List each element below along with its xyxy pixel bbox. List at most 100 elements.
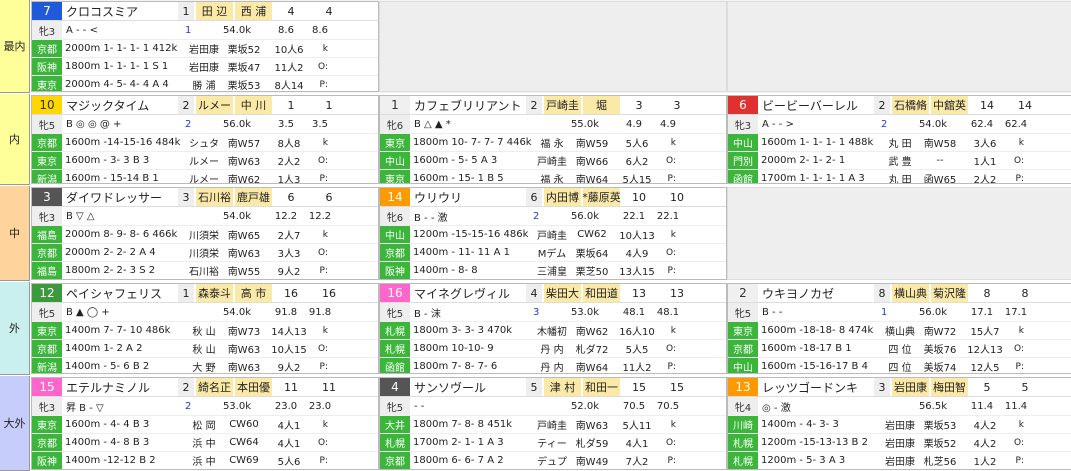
jockey-name[interactable]: 森泰斗 — [196, 284, 233, 302]
past-race-row[interactable]: 中山 1600m -15-16-17 B 4 四 位美坂74 12人5 P: — [728, 357, 1071, 373]
jockey-name[interactable]: ルメー — [196, 96, 233, 114]
marks: 昇 B - ▽ — [66, 402, 104, 414]
horse-card[interactable]: 12 ペイシャフェリス 1 森泰斗高 市 16 16 牝5 B ▲ ◯ + 54.0k 91.8 9… — [31, 283, 379, 374]
past-race-row[interactable]: 京都 1600m -18-17 B 1 四 位美坂76 12人13 O: — [728, 339, 1071, 357]
trainer-name[interactable]: 中舘英 — [931, 96, 968, 114]
past-race-row[interactable]: 新潟 1400m - 5- 6 B 2 大 野南W63 9人2 P: — [32, 357, 378, 374]
past-race-row[interactable]: 川崎 1400m - 4- 3- 3 岩田康 栗坂53 4人2 k — [728, 415, 1071, 433]
jockey-name[interactable]: 石橋脩 — [892, 96, 929, 114]
past-race-row[interactable]: 京都 1400m - 4- 8 B 3 浜 中 CW64 4人1 O: — [32, 433, 378, 451]
past-race-row[interactable]: 函館 1700m 1- 1- 1- 1 A 3 丸 田 函W65 2人2 P: — [728, 169, 1071, 183]
past-race-row[interactable]: 札幌 1800m 10-10- 9 丹 内札ダ72 5人5 O: — [380, 339, 726, 357]
past-race-row[interactable]: 東京 1600m - 4- 4 B 3 松 岡 CW60 4人1 k — [32, 415, 378, 433]
jockey-name[interactable]: 岩田康 — [892, 378, 929, 396]
past-race-row[interactable]: 中山 1600m - 5- 5 A 3 戸崎圭 南W66 6人2 O: — [380, 151, 726, 169]
jockey-name[interactable]: 戸崎圭 — [544, 96, 581, 114]
horse-card[interactable]: 13 レッツゴードンキ 3 岩田康 梅田智 5 5 牝4 ◎ - 激 56.5k 11.4 11.4 川… — [727, 377, 1071, 470]
horse-name[interactable]: ビービーバーレル — [758, 97, 874, 114]
trainer-name[interactable]: 堀 — [583, 96, 620, 114]
track-name: 函館 — [728, 170, 758, 183]
trainer-name[interactable]: 中 川 — [235, 96, 272, 114]
popularity: 2 — [874, 96, 890, 114]
past-race-row[interactable]: 東京 1800m 10- 7- 7- 7 446k 福 永南W59 5人6 k — [380, 133, 726, 151]
past-race-row[interactable]: 京都 1800m 6- 6- 7 A 2 デュプ 南W49 7人2 P: — [380, 451, 726, 469]
past-race-row[interactable]: 東京 2000m 4- 5- 4- 4 A 4 勝 浦栗坂53 8人14 P: — [32, 75, 378, 91]
past-race-row[interactable]: 東京 1600m - 3- 3 B 3 ルメー 南W63 2人2 O: — [32, 151, 378, 169]
stat: 11.4 — [970, 400, 994, 412]
horse-card[interactable]: 14 ウリウリ 6 内田博 *藤原英 10 10 牝6 B - - 激 2 56.0k 22.1 22.… — [379, 187, 727, 280]
past-race-row[interactable]: 阪神 1400m - 8- 8 三浦皇 栗芝50 13人15 P: — [380, 261, 726, 279]
horse-name[interactable]: ペイシャフェリス — [62, 285, 178, 302]
past-race-row[interactable]: 新潟 1600m - 15-14 B 1 ルメー 南W62 1人3 P: — [32, 169, 378, 183]
past-race-row[interactable]: 東京 1600m -18-18- 8 474k 横山典 南W72 15人7 k — [728, 321, 1071, 339]
horse-card[interactable]: 6 ビービーバーレル 2 石橋脩 中舘英 14 14 牝3 A - - >2 54.0k 62.4 6… — [727, 95, 1071, 184]
past-race-row[interactable]: 中山 1600m 1- 1- 1- 1 488k 丸 田南W58 3人6 k — [728, 133, 1071, 151]
jockey-name[interactable]: 横山典 — [892, 284, 929, 302]
past-race-row[interactable]: 門別 2000m 2- 1- 2- 1 武 豊 -- 1人1 O: — [728, 151, 1071, 169]
horse-card[interactable]: 10 マジックタイム 2 ルメー中 川 1 1 牝5 B ◎ ◎ @ +2 56.0k 3.5 3.… — [31, 95, 379, 184]
past-race-row[interactable]: 阪神 1800m 1- 1- 1- 1 S 1 岩田康 栗坂47 11人2 O: — [32, 57, 378, 75]
track-name: 川崎 — [728, 416, 758, 433]
past-race-row[interactable]: 京都 2000m 1- 1- 1- 1 412k 岩田康 栗坂52 10人6 k — [32, 39, 378, 57]
past-race-row[interactable]: 京都 2000m 2- 2- 2 A 4 川須栄 南W63 3人3 O: — [32, 243, 378, 261]
trainer-name[interactable]: *藤原英 — [582, 188, 621, 206]
trainer-name[interactable]: 高 市 — [235, 284, 272, 302]
record-mark: k — [322, 419, 328, 430]
past-race-row[interactable]: 福島 2000m 8- 9- 8- 6 466k 川須栄 南W65 2人7 k — [32, 225, 378, 243]
past-race-row[interactable]: 中山 1200m -15-15-16 486k 戸崎圭 CW62 10人13 k — [380, 225, 726, 243]
horse-name[interactable]: サンソヴール — [410, 379, 526, 396]
horse-name[interactable]: ウキヨノカゼ — [758, 285, 874, 302]
horse-card[interactable]: 16 マイネグレヴィル 4 柴田大 和田道 13 13 牝5 B - 沫 3 53.0k 48.1 48… — [379, 283, 727, 374]
horse-name[interactable]: クロコスミア — [62, 3, 178, 20]
past-race-row[interactable]: 阪神 1400m -12-12 B 2 浜 中 CW69 5人6 P: — [32, 451, 378, 469]
past-race-row[interactable]: 東京 1600m - 15- 1 B 5 福 永 南W64 5人15 P: — [380, 169, 726, 183]
trainer-name[interactable]: 和田道 — [583, 284, 620, 302]
trainer-name[interactable]: 菊沢隆 — [931, 284, 968, 302]
horse-card[interactable]: 2 ウキヨノカゼ 8 横山典 菊沢隆 8 8 牝5 B - -1 56.0k 17.1 17.1 東京 1… — [727, 283, 1071, 374]
past-race-row[interactable]: 東京 1400m 7- 7- 10 486k 秋 山南W73 14人13 k — [32, 321, 378, 339]
past-race-row[interactable]: 函館 1800m 7- 8- 7- 6 丹 内南W64 11人2 P: — [380, 357, 726, 373]
horse-card[interactable]: 3 ダイワドレッサー 3 石川裕 鹿戸雄 6 6 牝3 B ▽ △ 54.0k 12.2 12.2 福島… — [31, 187, 379, 280]
horse-card[interactable]: 15 エテルナミノル 2 綺名正 本田優 11 11 牝3 昇 B - ▽ 2 53.0k 23.0 2… — [31, 377, 379, 470]
jockey-name[interactable]: 綺名正 — [196, 378, 233, 396]
jockey-name[interactable]: 内田博 — [544, 188, 581, 206]
horse-name[interactable]: カフェブリリアント — [410, 97, 526, 114]
past-race-row[interactable]: 大井 1800m 7- 8- 8 451k 戸崎圭 南W63 5人11 k — [380, 415, 726, 433]
horse-name[interactable]: マイネグレヴィル — [410, 285, 526, 302]
horse-card[interactable]: 4 サンソヴール 5 津 村和田一 15 15 牝5- -52.0k 70.5 70.5 大井 18… — [379, 377, 727, 470]
horse-card[interactable]: 7 クロコスミア 1 田 辺西 浦 4 4 牝3 A - - <1 54.0k 8.6 8.6 京都 2… — [31, 1, 379, 92]
record-jockey: 丸 田 — [888, 139, 912, 150]
jockey-name[interactable]: 石川裕 — [196, 188, 233, 206]
trainer-name[interactable]: 鹿戸雄 — [235, 188, 272, 206]
past-race-row[interactable]: 福島 1800m 2- 2- 3 S 2 石川裕 南W55 9人2 P: — [32, 261, 378, 279]
track-name: 中山 — [380, 226, 410, 243]
past-race-row[interactable]: 京都 1600m -14-15-16 484k シュタ 南W57 8人8 k — [32, 133, 378, 151]
gate-number: 14 — [380, 188, 410, 206]
finish: 9人2 — [277, 363, 301, 374]
past-race-row[interactable]: 札幌 1700m 2- 1- 1 A 3 ティー 札ダ59 4人1 O: — [380, 433, 726, 451]
horse-name[interactable]: ダイワドレッサー — [62, 189, 178, 206]
jockey-name[interactable]: 田 辺 — [196, 2, 233, 20]
race-summary: 1800m 6- 6- 7 A 2 — [413, 455, 504, 466]
past-race-row[interactable]: 京都 1400m 1- 2 A 2 秋 山南W63 10人15 O: — [32, 339, 378, 357]
stat-2: 17.1 — [1004, 306, 1028, 318]
race-summary: 1600m - 3- 3 B 3 — [65, 155, 150, 166]
horse-card[interactable]: 1 カフェブリリアント 2 戸崎圭堀 3 3 牝6 B △ ▲ * 55.0k 4.9 4.9 東京 1… — [379, 95, 727, 184]
past-race-row[interactable]: 札幌 1200m -15-13-13 B 2 岩田康 栗坂52 4人2 O: — [728, 433, 1071, 451]
horse-name[interactable]: レッツゴードンキ — [758, 379, 874, 396]
horse-name[interactable]: エテルナミノル — [62, 379, 178, 396]
marks: B - - 激 — [414, 212, 448, 224]
past-race-row[interactable]: 京都 1400m - 11- 11 A 1 Mデム 栗坂64 4人9 O: — [380, 243, 726, 261]
horse-name[interactable]: ウリウリ — [410, 189, 526, 206]
trainer-name[interactable]: 和田一 — [583, 378, 620, 396]
trainer-name[interactable]: 本田優 — [235, 378, 272, 396]
past-race-row[interactable]: 札幌 1800m 3- 3- 3 470k 木幡初 南W62 16人10 k — [380, 321, 726, 339]
jockey-name[interactable]: 柴田大 — [544, 284, 581, 302]
trainer-name[interactable]: 西 浦 — [235, 2, 272, 20]
horse-info: 牝6 B △ ▲ * 55.0k 4.9 4.9 — [380, 115, 726, 133]
trainer-name[interactable]: 梅田智 — [931, 378, 968, 396]
finish: 1人1 — [973, 157, 997, 168]
horse-name[interactable]: マジックタイム — [62, 97, 178, 114]
jockey-name[interactable]: 津 村 — [544, 378, 581, 396]
past-race-row[interactable]: 札幌 1200m - 5- 3 A 3 岩田康 札芝56 1人2 P: — [728, 451, 1071, 469]
